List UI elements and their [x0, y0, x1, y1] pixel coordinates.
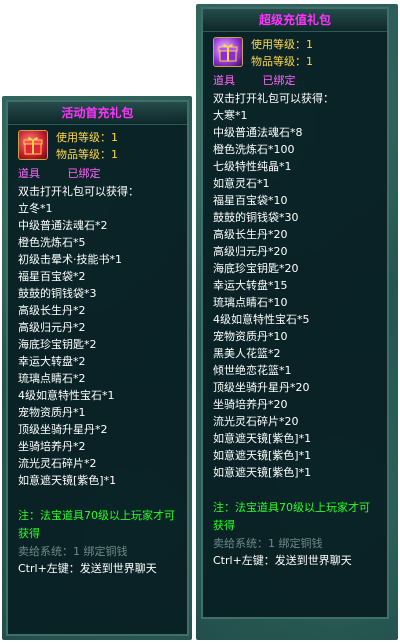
- reward-item: 如意灵石*1: [213, 177, 270, 190]
- item-level: 物品等级：1: [251, 55, 313, 68]
- reward-item: 坐骑培养丹*20: [213, 398, 288, 411]
- reward-item: 橙色洗炼石*5: [18, 236, 86, 249]
- reward-item: 海底珍宝钥匙*2: [18, 338, 97, 351]
- reward-item: 高级归元丹*20: [213, 245, 288, 258]
- reward-item: 大寒*1: [213, 109, 248, 122]
- use-level: 使用等级：1: [251, 38, 313, 51]
- reward-item: 中级普通法魂石*8: [213, 126, 303, 139]
- reward-item: 橙色洗炼石*100: [213, 143, 295, 156]
- right-rewards-intro: 双击打开礼包可以获得：: [213, 92, 334, 105]
- reward-item: 高级长生丹*20: [213, 228, 288, 241]
- reward-item: 顶级坐骑升星丹*2: [18, 423, 108, 436]
- reward-item: 高级长生丹*2: [18, 304, 86, 317]
- tag-item-type: 道具: [213, 74, 235, 87]
- left-level-info: 使用等级：1 物品等级：1: [56, 129, 118, 163]
- left-level-note: 注：法宝道具70级以上玩家才可获得: [18, 509, 175, 540]
- right-gift-tooltip: 超级充值礼包 使用等级：1 物品等级：1 道具 已绑定 双击打开礼包可以获得： …: [201, 7, 389, 619]
- reward-item: 幸运大转盘*2: [18, 355, 86, 368]
- tag-item-type: 道具: [18, 167, 40, 180]
- tag-bound-status: 已绑定: [262, 74, 296, 87]
- right-chat-hint: Ctrl+左键：发送到世界聊天: [213, 554, 352, 567]
- right-tooltip-title: 超级充值礼包: [203, 9, 387, 32]
- left-rewards-intro: 双击打开礼包可以获得：: [18, 185, 139, 198]
- reward-item: 如意遮天镜[紫色]*1: [213, 466, 312, 479]
- purple-gift-box-icon: [213, 37, 243, 67]
- left-tooltip-header: 使用等级：1 物品等级：1: [8, 125, 187, 165]
- use-level: 使用等级：1: [56, 131, 118, 144]
- tag-bound-status: 已绑定: [67, 167, 101, 180]
- reward-item: 倾世绝恋花篮*1: [213, 364, 292, 377]
- reward-item: 流光灵石碎片*20: [213, 415, 299, 428]
- reward-item: 宠物资质丹*10: [213, 330, 288, 343]
- reward-item: 鼓鼓的铜钱袋*3: [18, 287, 97, 300]
- reward-item: 琉璃点睛石*2: [18, 372, 86, 385]
- reward-item: 中级普通法魂石*2: [18, 219, 108, 232]
- left-gift-tooltip: 活动首充礼包 使用等级：1 物品等级：1 道具 已绑定 双击打开礼包可以获得： …: [6, 100, 189, 636]
- reward-item: 如意遮天镜[紫色]*1: [18, 474, 117, 487]
- reward-item: 如意遮天镜[紫色]*1: [213, 432, 312, 445]
- reward-item: 立冬*1: [18, 202, 53, 215]
- reward-item: 黑美人花篮*2: [213, 347, 281, 360]
- right-tooltip-header: 使用等级：1 物品等级：1: [203, 32, 387, 72]
- reward-item: 顶级坐骑升星丹*20: [213, 381, 310, 394]
- right-level-info: 使用等级：1 物品等级：1: [251, 36, 313, 70]
- reward-item: 如意遮天镜[紫色]*1: [213, 449, 312, 462]
- left-tooltip-title: 活动首充礼包: [8, 102, 187, 125]
- left-rewards-list: 立冬*1 中级普通法魂石*2 橙色洗炼石*5 初级击晕术·技能书*1 福星百宝袋…: [8, 200, 187, 489]
- reward-item: 幸运大转盘*15: [213, 279, 288, 292]
- reward-item: 流光灵石碎片*2: [18, 457, 97, 470]
- reward-item: 福星百宝袋*2: [18, 270, 86, 283]
- reward-item: 七级特性纯晶*1: [213, 160, 292, 173]
- right-item-tags: 道具 已绑定: [203, 72, 387, 90]
- reward-item: 琉璃点睛石*10: [213, 296, 288, 309]
- left-sell-price: 卖给系统：1 绑定铜钱: [18, 545, 128, 558]
- right-level-note: 注：法宝道具70级以上玩家才可获得: [213, 501, 370, 532]
- reward-item: 4级如意特性宝石*5: [213, 313, 310, 326]
- reward-item: 福星百宝袋*10: [213, 194, 288, 207]
- reward-item: 初级击晕术·技能书*1: [18, 253, 122, 266]
- left-item-tags: 道具 已绑定: [8, 165, 187, 183]
- red-gift-box-icon: [18, 130, 48, 160]
- reward-item: 高级归元丹*2: [18, 321, 86, 334]
- item-level: 物品等级：1: [56, 148, 118, 161]
- reward-item: 4级如意特性宝石*1: [18, 389, 115, 402]
- right-rewards-list: 大寒*1 中级普通法魂石*8 橙色洗炼石*100 七级特性纯晶*1 如意灵石*1…: [203, 107, 387, 481]
- reward-item: 坐骑培养丹*2: [18, 440, 86, 453]
- right-sell-price: 卖给系统：1 绑定铜钱: [213, 537, 323, 550]
- reward-item: 海底珍宝钥匙*20: [213, 262, 299, 275]
- reward-item: 鼓鼓的铜钱袋*30: [213, 211, 299, 224]
- reward-item: 宠物资质丹*1: [18, 406, 86, 419]
- left-chat-hint: Ctrl+左键：发送到世界聊天: [18, 562, 157, 575]
